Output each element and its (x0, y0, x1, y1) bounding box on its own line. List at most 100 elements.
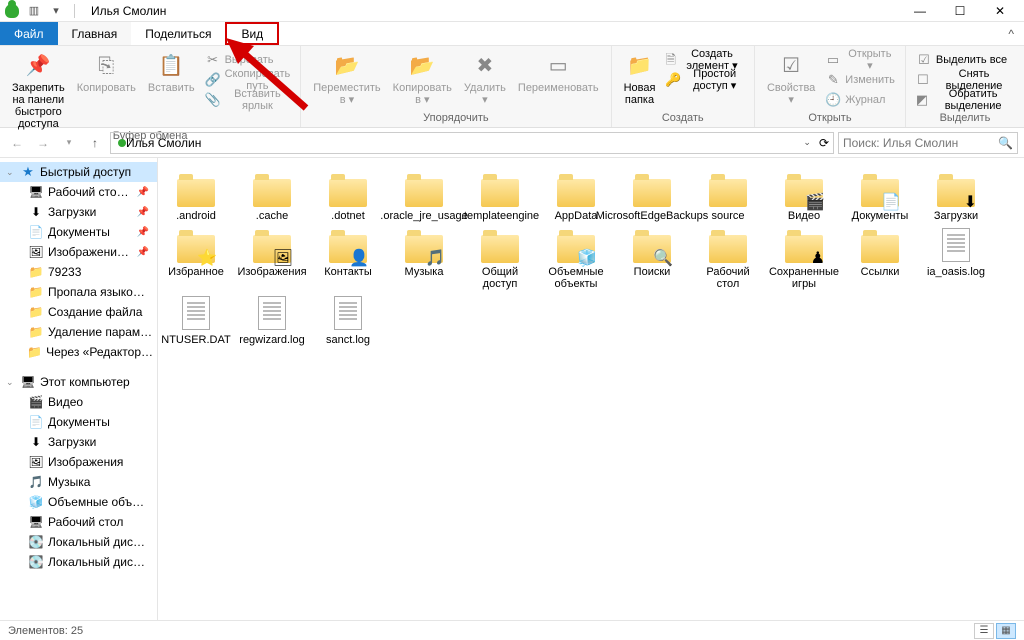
navigation-pane: ⌄★ Быстрый доступ 🖥Рабочий сто…📌⬇Загрузк… (0, 158, 158, 620)
file-item[interactable]: .cache (238, 168, 306, 222)
tab-share[interactable]: Поделиться (131, 22, 225, 45)
address-bar[interactable]: › Илья Смолин ⌄ ⟳ (110, 132, 834, 154)
file-name: Общий доступ (466, 266, 534, 290)
refresh-button[interactable]: ⟳ (819, 136, 829, 150)
file-view[interactable]: .android.cache .dotnet .oracle_jre_usage.t… (158, 158, 1024, 620)
file-item[interactable]: .android (162, 168, 230, 222)
selectall-button[interactable]: ☑Выделить все (912, 50, 1018, 70)
sidebar-item-label: Загрузки (48, 435, 96, 449)
file-item[interactable]: Объемные объекты (542, 224, 610, 290)
file-item[interactable]: NTUSER.DAT (162, 292, 230, 346)
file-name: Загрузки (934, 210, 978, 222)
open-button[interactable]: ▭Открыть ▾ (821, 50, 899, 70)
address-dropdown-icon[interactable]: ⌄ (803, 137, 811, 148)
file-item[interactable]: Музыка (390, 224, 458, 290)
file-item[interactable]: Общий доступ (466, 224, 534, 290)
sidebar-item[interactable]: ⬇Загрузки📌 (0, 202, 157, 222)
sidebar-item[interactable]: 🖼Изображения (0, 452, 157, 472)
copyto-button[interactable]: 📂Копировать в ▾ (387, 48, 458, 106)
sidebar-quickaccess[interactable]: ⌄★ Быстрый доступ (0, 162, 157, 182)
file-item[interactable]: Рабочий стол (694, 224, 762, 290)
sidebar-item[interactable]: 🧊Объемные объ… (0, 492, 157, 512)
edit-button[interactable]: ✎Изменить (821, 70, 899, 90)
file-item[interactable]: .templateengine (466, 168, 534, 222)
sidebar-item-label: Удаление парам… (48, 325, 152, 339)
file-name: .dotnet (331, 210, 365, 222)
file-item[interactable]: .dotnet (314, 168, 382, 222)
newitem-button[interactable]: 🗎Создать элемент ▾ (661, 50, 748, 70)
recent-dropdown[interactable]: ▾ (58, 132, 80, 154)
paste-button[interactable]: 📋 Вставить (142, 48, 201, 94)
group-new-label: Создать (662, 112, 704, 125)
file-item[interactable]: Изображения (238, 224, 306, 290)
pin-quickaccess-button[interactable]: 📌 Закрепить на панели быстрого доступа (6, 48, 71, 130)
breadcrumb[interactable]: Илья Смолин (126, 136, 201, 150)
file-item[interactable]: Сохраненные игры (770, 224, 838, 290)
qat-dropdown-icon[interactable]: ▾ (48, 3, 64, 19)
copypath-button[interactable]: 🔗Скопировать путь (201, 70, 295, 90)
qat-properties-icon[interactable]: ▥ (26, 3, 42, 19)
up-button[interactable]: ↑ (84, 132, 106, 154)
properties-button[interactable]: ☑Свойства ▾ (761, 48, 821, 106)
sidebar-item[interactable]: 📄Документы📌 (0, 222, 157, 242)
newfolder-button[interactable]: 📁Новая папка (618, 48, 662, 106)
sidebar-thispc[interactable]: ⌄🖥 Этот компьютер (0, 372, 157, 392)
folder-icon (405, 179, 443, 207)
file-item[interactable]: MicrosoftEdgeBackups (618, 168, 686, 222)
icons-view-button[interactable]: ▦ (996, 623, 1016, 639)
sidebar-item[interactable]: 📁Создание файла (0, 302, 157, 322)
file-item[interactable]: .oracle_jre_usage (390, 168, 458, 222)
sidebar-item[interactable]: 📁Через «Редактор… (0, 342, 157, 362)
tab-home[interactable]: Главная (58, 22, 132, 45)
sidebar-item[interactable]: 🖥Рабочий стол (0, 512, 157, 532)
sidebar-item[interactable]: 🖥Рабочий сто…📌 (0, 182, 157, 202)
sidebar-item[interactable]: 🎵Музыка (0, 472, 157, 492)
sidebar-item[interactable]: 📁Пропала языко… (0, 282, 157, 302)
file-name: regwizard.log (239, 334, 304, 346)
forward-button[interactable]: → (32, 132, 54, 154)
tab-view[interactable]: Вид (225, 22, 279, 45)
sidebar-item[interactable]: 💽Локальный дис… (0, 552, 157, 572)
sidebar-item[interactable]: ⬇Загрузки (0, 432, 157, 452)
sidebar-item[interactable]: 🎬Видео (0, 392, 157, 412)
file-item[interactable]: Контакты (314, 224, 382, 290)
file-item[interactable]: Ссылки (846, 224, 914, 290)
invert-button[interactable]: ◩Обратить выделение (912, 90, 1018, 110)
file-item[interactable]: Поиски (618, 224, 686, 290)
ribbon-collapse-button[interactable]: ^ (998, 22, 1024, 45)
sidebar-item[interactable]: 📁79233 (0, 262, 157, 282)
sidebar-item[interactable]: 🖼Изображени…📌 (0, 242, 157, 262)
sidebar-item[interactable]: 📄Документы (0, 412, 157, 432)
file-name: .templateengine (461, 210, 539, 222)
selectnone-button[interactable]: ☐Снять выделение (912, 70, 1018, 90)
file-item[interactable]: regwizard.log (238, 292, 306, 346)
maximize-button[interactable]: ☐ (940, 1, 980, 21)
rename-button[interactable]: ▭Переименовать (512, 48, 605, 94)
cut-button[interactable]: ✂Вырезать (201, 50, 295, 70)
file-item[interactable]: Загрузки (922, 168, 990, 222)
moveto-button[interactable]: 📂Переместить в ▾ (307, 48, 386, 106)
file-item[interactable]: Видео (770, 168, 838, 222)
file-item[interactable]: ia_oasis.log (922, 224, 990, 290)
details-view-button[interactable]: ☰ (974, 623, 994, 639)
sidebar-item-icon: 🎵 (28, 474, 44, 490)
history-button[interactable]: 🕘Журнал (821, 90, 899, 110)
sidebar-item[interactable]: 💽Локальный дис… (0, 532, 157, 552)
file-item[interactable]: source (694, 168, 762, 222)
copy-button[interactable]: ⎘ Копировать (71, 48, 142, 94)
file-item[interactable]: sanct.log (314, 292, 382, 346)
delete-button[interactable]: ✖Удалить ▾ (458, 48, 512, 106)
file-icon (182, 296, 210, 330)
folder-icon: 📁 (28, 284, 44, 300)
file-item[interactable]: Избранное (162, 224, 230, 290)
file-item[interactable]: Документы (846, 168, 914, 222)
back-button[interactable]: ← (6, 132, 28, 154)
minimize-button[interactable]: ― (900, 1, 940, 21)
easyaccess-button[interactable]: 🔑Простой доступ ▾ (661, 70, 748, 90)
close-button[interactable]: ✕ (980, 1, 1020, 21)
sidebar-item[interactable]: 📁Удаление парам… (0, 322, 157, 342)
tab-file[interactable]: Файл (0, 22, 58, 45)
search-input[interactable]: Поиск: Илья Смолин 🔍 (838, 132, 1018, 154)
pastelink-button[interactable]: 📎Вставить ярлык (201, 90, 295, 110)
folder-icon (709, 179, 747, 207)
